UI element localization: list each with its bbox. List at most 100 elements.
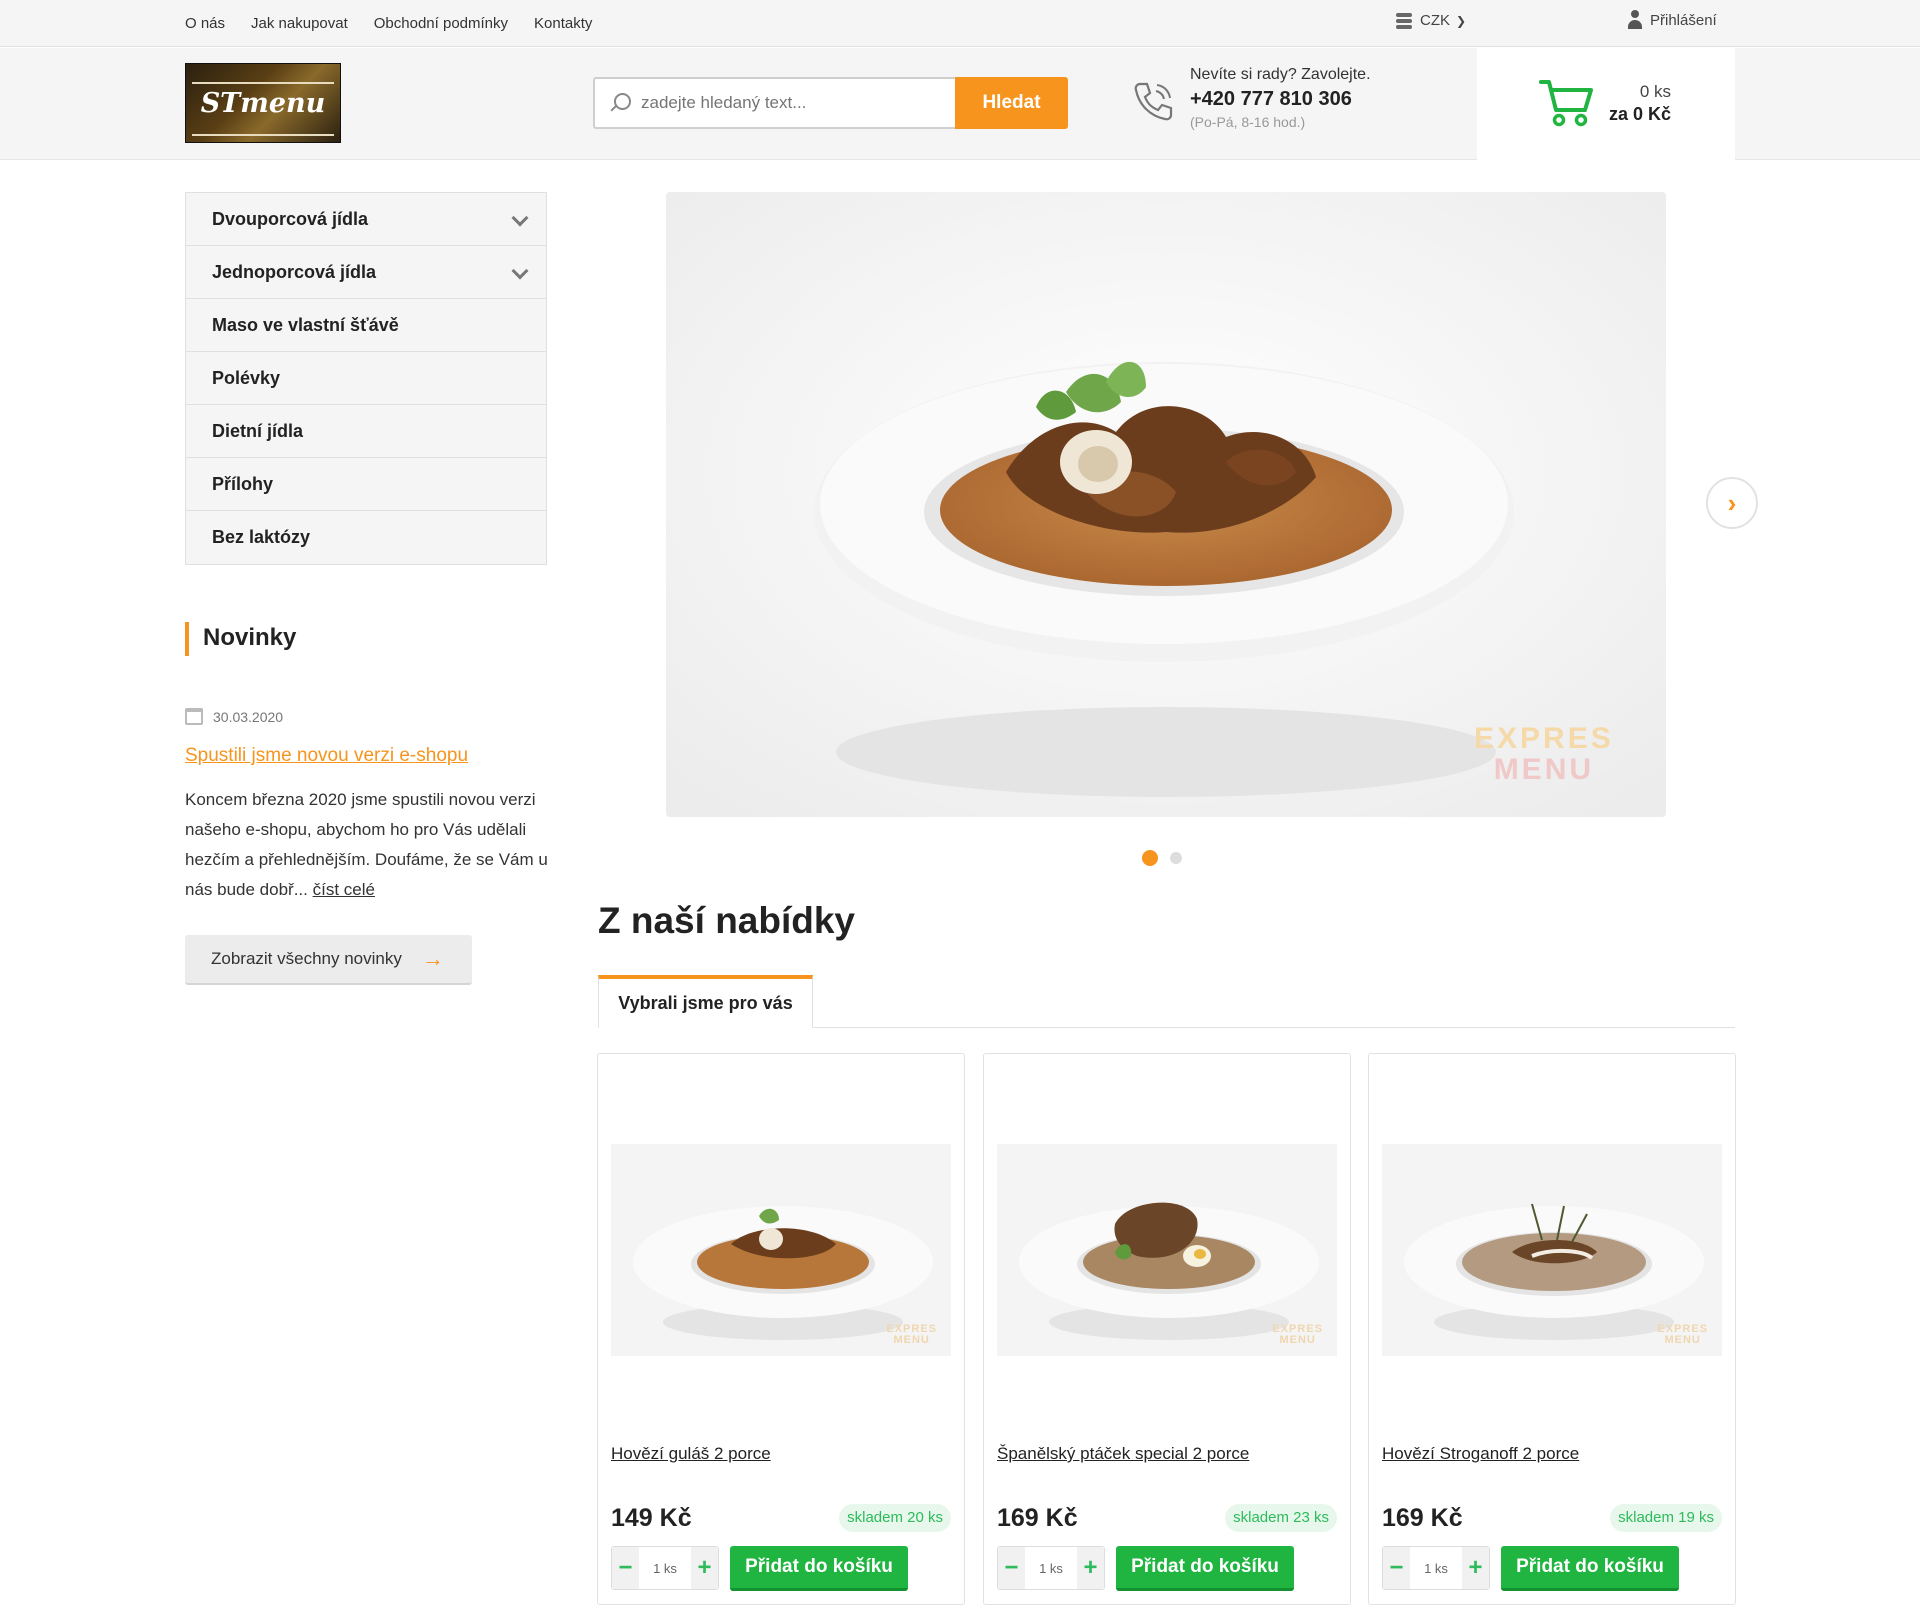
search-icon bbox=[609, 92, 631, 114]
search-input[interactable] bbox=[641, 93, 931, 113]
category-label: Maso ve vlastní šťávě bbox=[212, 314, 399, 335]
news-title-link[interactable]: Spustili jsme novou verzi e-shopu bbox=[185, 745, 468, 767]
currency-label: CZK bbox=[1420, 12, 1450, 29]
add-to-cart-button[interactable]: Přidat do košíku bbox=[1501, 1546, 1679, 1591]
nav-link-about[interactable]: O nás bbox=[185, 15, 225, 32]
top-bar: O nás Jak nakupovat Obchodní podmínky Ko… bbox=[0, 0, 1920, 47]
category-item-lactose-free[interactable]: Bez laktózy bbox=[186, 511, 546, 564]
decrease-qty-button[interactable]: − bbox=[998, 1547, 1025, 1589]
news-heading: Novinky bbox=[185, 622, 296, 656]
hero-slide[interactable]: EXPRES MENU bbox=[666, 192, 1666, 817]
logo-line bbox=[192, 134, 334, 136]
add-to-cart-button[interactable]: Přidat do košíku bbox=[730, 1546, 908, 1591]
category-item-side-dishes[interactable]: Přílohy bbox=[186, 458, 546, 511]
stock-badge: skladem 20 ks bbox=[839, 1504, 951, 1532]
decrease-qty-button[interactable]: − bbox=[612, 1547, 639, 1589]
category-label: Dvouporcová jídla bbox=[212, 208, 369, 229]
product-name-link[interactable]: Hovězí guláš 2 porce bbox=[611, 1444, 771, 1464]
calendar-icon bbox=[185, 708, 203, 725]
search-box bbox=[593, 77, 955, 129]
product-price: 169 Kč bbox=[997, 1504, 1078, 1532]
product-name-link[interactable]: Hovězí Stroganoff 2 porce bbox=[1382, 1444, 1579, 1464]
coins-icon bbox=[1396, 12, 1414, 29]
category-item-two-portion-meals[interactable]: Dvouporcová jídla bbox=[186, 193, 546, 246]
chevron-down-icon: ❯ bbox=[1456, 13, 1467, 28]
product-watermark: EXPRES MENU bbox=[886, 1324, 937, 1346]
arrow-right-icon: → bbox=[421, 946, 444, 971]
product-image[interactable]: EXPRES MENU bbox=[611, 1144, 951, 1356]
logo[interactable]: STmenu bbox=[185, 63, 341, 143]
quantity-value[interactable]: 1 ks bbox=[639, 1547, 691, 1589]
contact-question: Nevíte si rady? Zavolejte. bbox=[1190, 66, 1371, 83]
top-nav: O nás Jak nakupovat Obchodní podmínky Ko… bbox=[185, 0, 592, 47]
phone-icon bbox=[1134, 82, 1173, 121]
all-news-button[interactable]: Zobrazit všechny novinky → bbox=[185, 935, 472, 985]
chevron-down-icon[interactable] bbox=[512, 265, 526, 279]
slider-next-button[interactable]: › bbox=[1706, 477, 1758, 529]
category-item-meat-own-juice[interactable]: Maso ve vlastní šťávě bbox=[186, 299, 546, 352]
stock-badge: skladem 19 ks bbox=[1610, 1504, 1722, 1532]
offer-title: Z naší nabídky bbox=[598, 900, 856, 941]
category-item-diet-meals[interactable]: Dietní jídla bbox=[186, 405, 546, 458]
slider-dot-1[interactable] bbox=[1142, 850, 1158, 866]
category-menu: Dvouporcová jídla Jednoporcová jídla Mas… bbox=[185, 192, 547, 565]
product-price: 149 Kč bbox=[611, 1504, 692, 1532]
contact-phone[interactable]: +420 777 810 306 bbox=[1190, 88, 1371, 111]
login-label: Přihlášení bbox=[1650, 11, 1717, 29]
logo-line bbox=[192, 82, 334, 84]
contact-hours: (Po-Pá, 8-16 hod.) bbox=[1190, 114, 1306, 130]
watermark-line-2: MENU bbox=[1493, 753, 1595, 786]
category-item-soups[interactable]: Polévky bbox=[186, 352, 546, 405]
add-to-cart-button[interactable]: Přidat do košíku bbox=[1116, 1546, 1294, 1591]
slider-dots bbox=[1142, 850, 1182, 866]
contact-box: Nevíte si rady? Zavolejte. +420 777 810 … bbox=[1130, 66, 1371, 130]
category-label: Dietní jídla bbox=[212, 420, 304, 441]
category-item-single-portion-meals[interactable]: Jednoporcová jídla bbox=[186, 246, 546, 299]
increase-qty-button[interactable]: + bbox=[691, 1547, 718, 1589]
chevron-right-icon: › bbox=[1727, 487, 1737, 518]
cart-summary[interactable]: 0 ks za 0 Kč bbox=[1477, 48, 1735, 160]
quantity-stepper: − 1 ks + bbox=[997, 1546, 1105, 1590]
currency-selector[interactable]: CZK ❯ bbox=[1396, 12, 1466, 29]
product-image[interactable]: EXPRES MENU bbox=[997, 1144, 1337, 1356]
product-card: EXPRES MENU Španělský ptáček special 2 p… bbox=[983, 1053, 1351, 1605]
slider-dot-2[interactable] bbox=[1170, 852, 1182, 864]
product-image[interactable]: EXPRES MENU bbox=[1382, 1144, 1722, 1356]
slide-watermark: EXPRES MENU bbox=[1474, 724, 1614, 786]
user-icon bbox=[1628, 10, 1642, 30]
product-watermark: EXPRES MENU bbox=[1272, 1324, 1323, 1346]
nav-link-how-to-buy[interactable]: Jak nakupovat bbox=[251, 15, 348, 32]
quantity-stepper: − 1 ks + bbox=[1382, 1546, 1490, 1590]
nav-link-terms[interactable]: Obchodní podmínky bbox=[374, 15, 508, 32]
contact-text: Nevíte si rady? Zavolejte. +420 777 810 … bbox=[1190, 66, 1371, 130]
login-link[interactable]: Přihlášení bbox=[1628, 10, 1717, 30]
category-label: Přílohy bbox=[212, 473, 274, 494]
category-label: Jednoporcová jídla bbox=[212, 261, 377, 282]
product-card: EXPRES MENU Hovězí guláš 2 porce 149 Kč … bbox=[597, 1053, 965, 1605]
watermark-line-2: MENU bbox=[893, 1334, 930, 1346]
decrease-qty-button[interactable]: − bbox=[1383, 1547, 1410, 1589]
product-name-link[interactable]: Španělský ptáček special 2 porce bbox=[997, 1444, 1249, 1464]
quantity-value[interactable]: 1 ks bbox=[1410, 1547, 1462, 1589]
chevron-down-icon[interactable] bbox=[512, 212, 526, 226]
news-date-text: 30.03.2020 bbox=[213, 708, 284, 725]
cart-icon bbox=[1539, 80, 1593, 127]
quantity-stepper: − 1 ks + bbox=[611, 1546, 719, 1590]
cart-count: 0 ks bbox=[1639, 82, 1671, 101]
product-price: 169 Kč bbox=[1382, 1504, 1463, 1532]
tab-picked-for-you[interactable]: Vybrali jsme pro vás bbox=[598, 975, 813, 1028]
increase-qty-button[interactable]: + bbox=[1077, 1547, 1104, 1589]
category-label: Polévky bbox=[212, 367, 281, 388]
news-date: 30.03.2020 bbox=[185, 708, 283, 725]
all-news-label: Zobrazit všechny novinky bbox=[211, 949, 402, 968]
logo-text: STmenu bbox=[200, 88, 326, 119]
search-button[interactable]: Hledat bbox=[955, 77, 1068, 129]
nav-link-contacts[interactable]: Kontakty bbox=[534, 15, 592, 32]
watermark-line-2: MENU bbox=[1279, 1334, 1316, 1346]
read-more-link[interactable]: číst celé bbox=[313, 880, 375, 899]
watermark-line-2: MENU bbox=[1664, 1334, 1701, 1346]
product-card: EXPRES MENU Hovězí Stroganoff 2 porce 16… bbox=[1368, 1053, 1736, 1605]
increase-qty-button[interactable]: + bbox=[1462, 1547, 1489, 1589]
quantity-value[interactable]: 1 ks bbox=[1025, 1547, 1077, 1589]
news-excerpt: Koncem března 2020 jsme spustili novou v… bbox=[185, 785, 555, 905]
